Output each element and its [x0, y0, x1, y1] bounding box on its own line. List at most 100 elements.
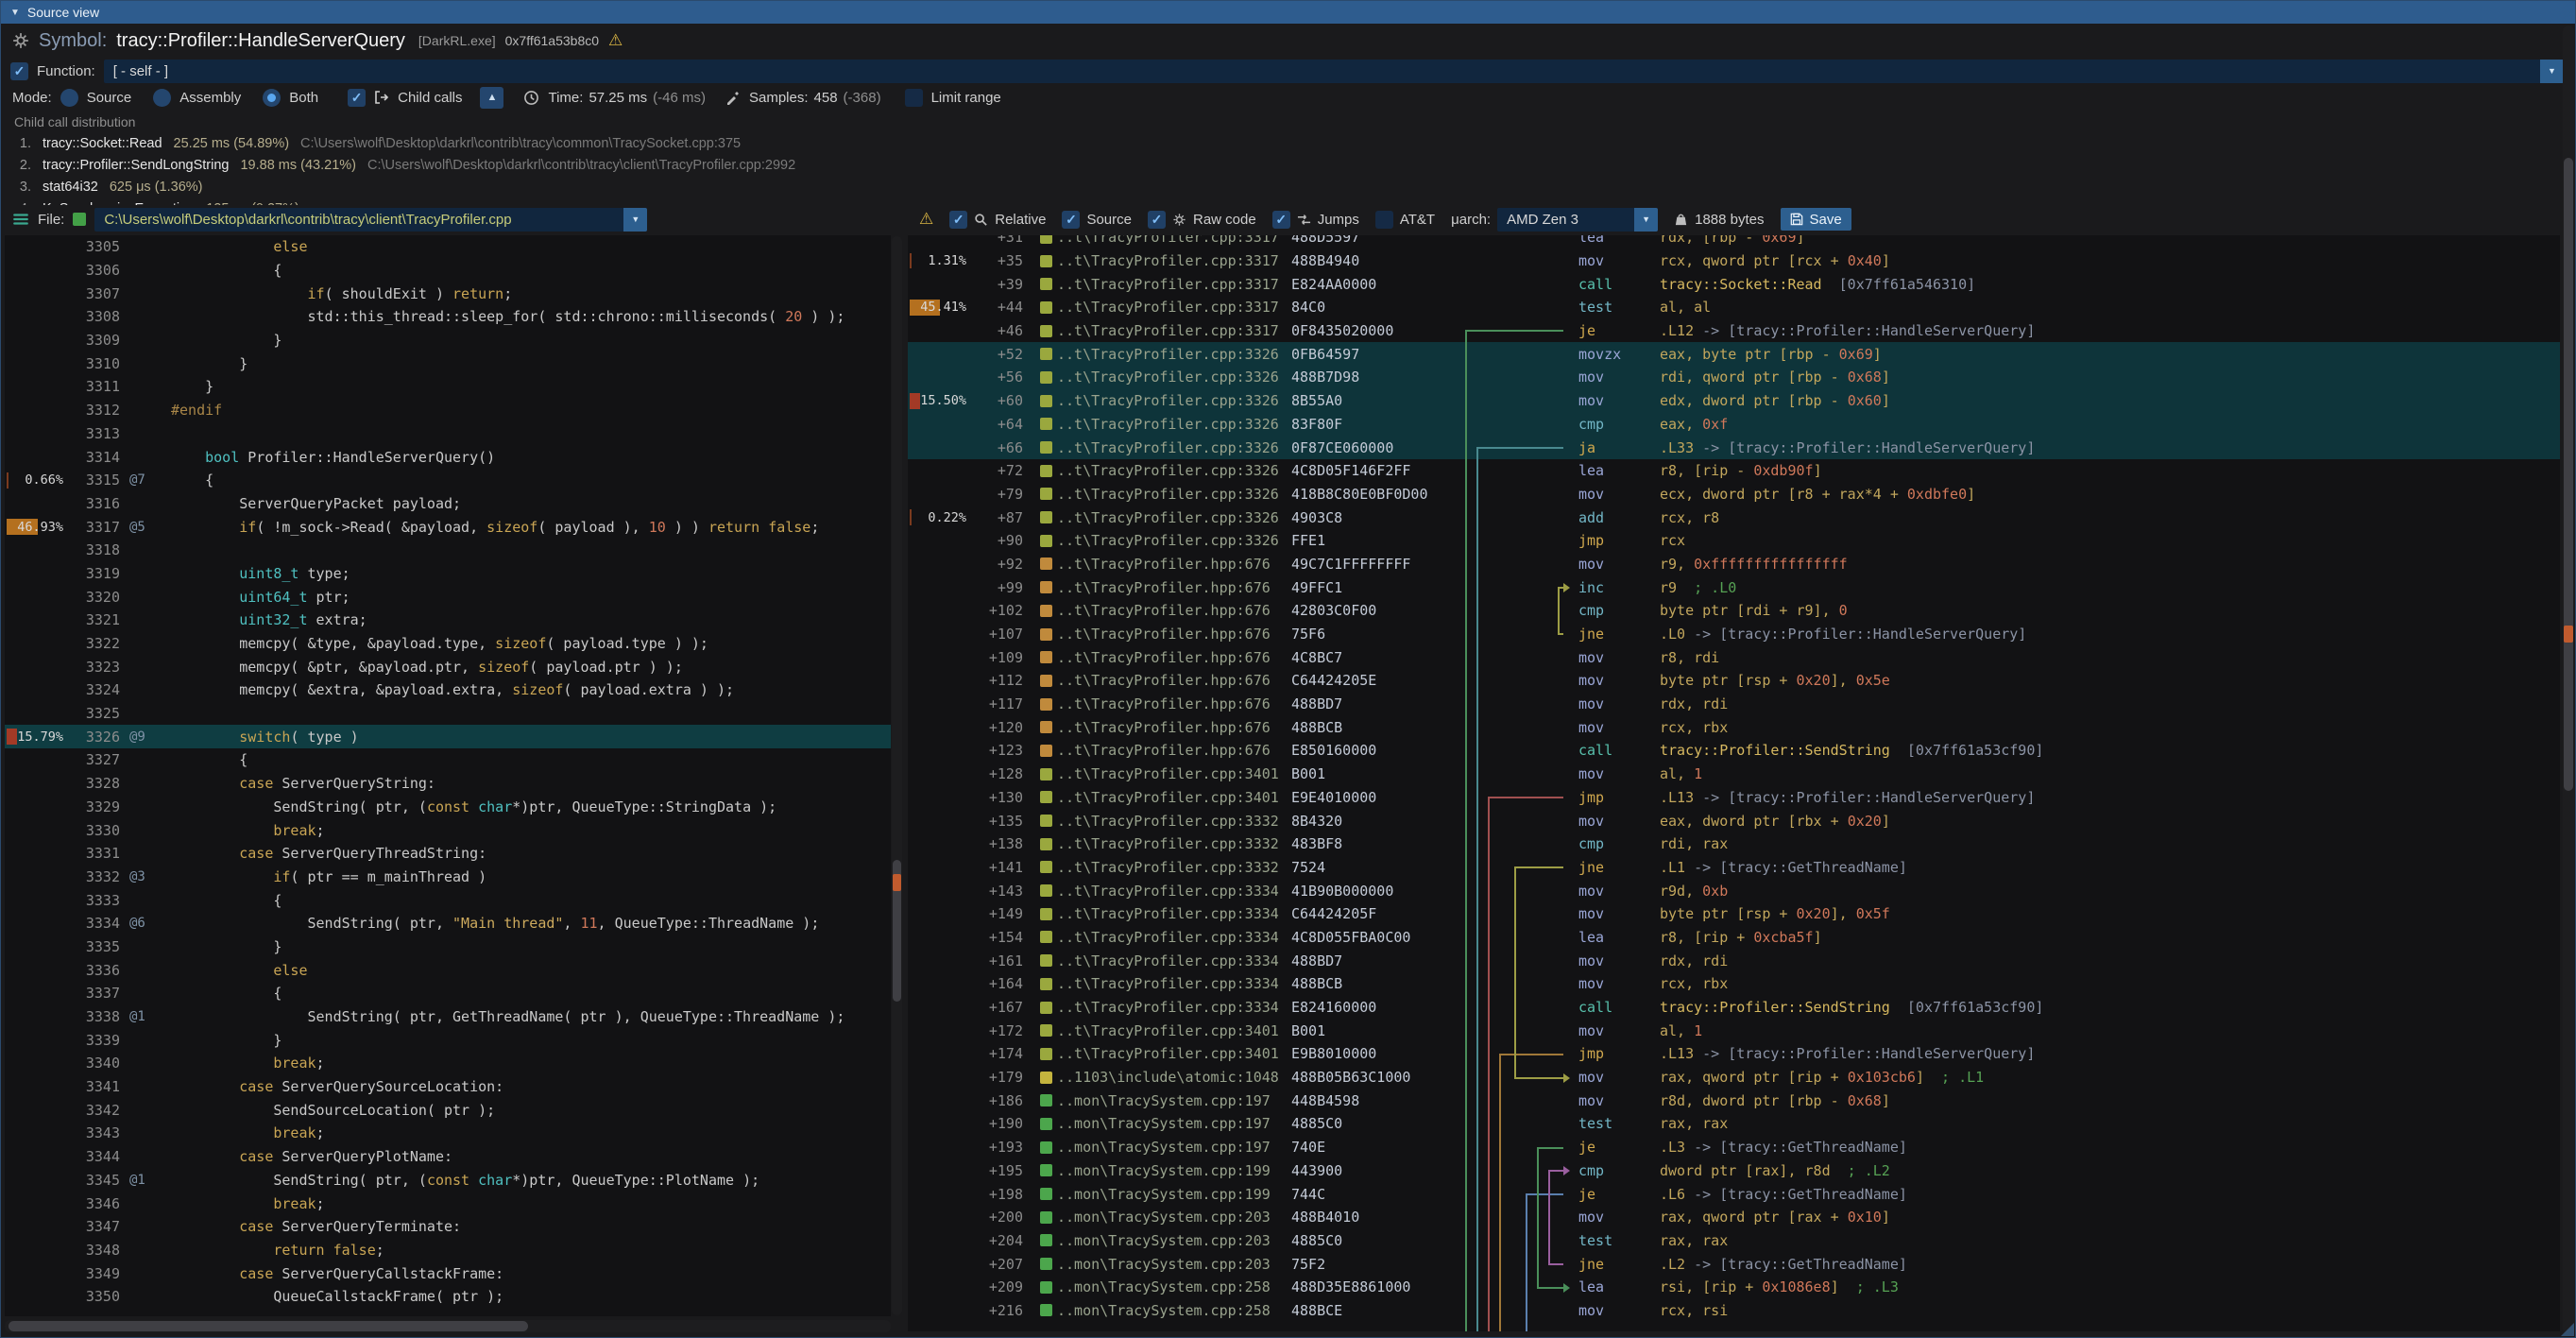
resize-grip[interactable] [2561, 1323, 2574, 1336]
source-line[interactable]: 3331 case ServerQueryThreadString: [5, 842, 891, 866]
scrollbar-grab[interactable] [9, 1321, 528, 1331]
asm-row[interactable]: +117..t\TracyProfiler.hpp:676488BD7movrd… [908, 693, 2560, 716]
asm-source-location[interactable]: ..t\TracyProfiler.hpp:676 [1057, 626, 1291, 643]
source-line[interactable]: 3320 uint64_t ptr; [5, 585, 891, 609]
asm-source-location[interactable]: ..t\TracyProfiler.hpp:676 [1057, 602, 1291, 619]
source-line[interactable]: 3339 } [5, 1028, 891, 1052]
asm-row[interactable]: +39..t\TracyProfiler.cpp:3317E824AA0000c… [908, 272, 2560, 296]
asm-row[interactable]: +209..mon\TracySystem.cpp:258488D35E8861… [908, 1276, 2560, 1299]
source-line[interactable]: 3305 else [5, 235, 891, 259]
radio-assembly[interactable] [153, 89, 171, 107]
asm-source-location[interactable]: ..t\TracyProfiler.hpp:676 [1057, 579, 1291, 596]
asm-source-location[interactable]: ..t\TracyProfiler.cpp:3401 [1057, 765, 1291, 782]
function-checkbox[interactable]: ✓ [10, 62, 28, 80]
asm-row[interactable]: +120..t\TracyProfiler.hpp:676488BCBmovrc… [908, 715, 2560, 739]
asm-row[interactable]: +92..t\TracyProfiler.hpp:67649C7C1FFFFFF… [908, 553, 2560, 576]
source-line[interactable]: 3345@1 SendString( ptr, (const char*)ptr… [5, 1169, 891, 1192]
jumps-toggle[interactable]: ✓ Jumps [1272, 211, 1359, 229]
asm-row[interactable]: +167..t\TracyProfiler.cpp:3334E824160000… [908, 996, 2560, 1020]
asm-source-location[interactable]: ..mon\TracySystem.cpp:258 [1057, 1302, 1291, 1319]
source-line[interactable]: 3333 { [5, 888, 891, 912]
source-line[interactable]: 3342 SendSourceLocation( ptr ); [5, 1098, 891, 1122]
asm-row[interactable]: +164..t\TracyProfiler.cpp:3334488BCBmovr… [908, 972, 2560, 996]
asm-source-location[interactable]: ..t\TracyProfiler.cpp:3401 [1057, 1045, 1291, 1062]
source-line[interactable]: 3337 { [5, 982, 891, 1005]
asm-source-location[interactable]: ..mon\TracySystem.cpp:199 [1057, 1186, 1291, 1203]
scrollbar-grab[interactable] [2564, 158, 2573, 791]
asm-row[interactable]: +130..t\TracyProfiler.cpp:3401E9E4010000… [908, 786, 2560, 810]
asm-source-location[interactable]: ..t\TracyProfiler.cpp:3326 [1057, 439, 1291, 456]
asm-source-location[interactable]: ..mon\TracySystem.cpp:203 [1057, 1232, 1291, 1249]
source-line[interactable]: 3330 break; [5, 818, 891, 842]
child-call-name[interactable]: stat64i32 [43, 177, 98, 198]
chevron-down-icon[interactable]: ▼ [623, 208, 647, 232]
asm-source-location[interactable]: ..t\TracyProfiler.cpp:3326 [1057, 346, 1291, 363]
source-line[interactable]: 3340 break; [5, 1052, 891, 1075]
asm-row[interactable]: +207..mon\TracySystem.cpp:20375F2jne.L2 … [908, 1252, 2560, 1276]
asm-row[interactable]: +141..t\TracyProfiler.cpp:33327524jne.L1… [908, 856, 2560, 880]
asm-source-location[interactable]: ..t\TracyProfiler.cpp:3326 [1057, 486, 1291, 503]
asm-source-location[interactable]: ..t\TracyProfiler.cpp:3326 [1057, 392, 1291, 409]
asm-row[interactable]: +186..mon\TracySystem.cpp:197448B4598mov… [908, 1089, 2560, 1112]
asm-row[interactable]: +143..t\TracyProfiler.cpp:333441B90B0000… [908, 879, 2560, 902]
asm-source-location[interactable]: ..mon\TracySystem.cpp:258 [1057, 1278, 1291, 1295]
assembly-vertical-scrollbar[interactable] [2563, 26, 2574, 1335]
source-line[interactable]: 3347 case ServerQueryTerminate: [5, 1215, 891, 1239]
asm-row[interactable]: +172..t\TracyProfiler.cpp:3401B001moval,… [908, 1019, 2560, 1042]
source-line[interactable]: 3338@1 SendString( ptr, GetThreadName( p… [5, 1005, 891, 1029]
asm-row[interactable]: 15.50%+60..t\TracyProfiler.cpp:33268B55A… [908, 389, 2560, 413]
asm-source-location[interactable]: ..t\TracyProfiler.cpp:3326 [1057, 416, 1291, 433]
source-line[interactable]: 3344 case ServerQueryPlotName: [5, 1145, 891, 1169]
asm-row[interactable]: +161..t\TracyProfiler.cpp:3334488BD7movr… [908, 949, 2560, 972]
source-line[interactable]: 15.79%3326@9 switch( type ) [5, 725, 891, 748]
source-line[interactable]: 3349 case ServerQueryCallstackFrame: [5, 1261, 891, 1285]
save-button[interactable]: Save [1781, 208, 1851, 231]
source-toggle[interactable]: ✓ Source [1062, 211, 1132, 229]
asm-row[interactable]: +190..mon\TracySystem.cpp:1974885C0testr… [908, 1112, 2560, 1136]
source-line[interactable]: 0.66%3315@7 { [5, 469, 891, 492]
source-line[interactable]: 3306 { [5, 259, 891, 283]
asm-source-location[interactable]: ..t\TracyProfiler.cpp:3317 [1057, 235, 1291, 246]
asm-source-location[interactable]: ..t\TracyProfiler.cpp:3326 [1057, 369, 1291, 386]
asm-source-location[interactable]: ..t\TracyProfiler.cpp:3332 [1057, 835, 1291, 852]
asm-source-location[interactable]: ..1103\include\atomic:1048 [1057, 1069, 1291, 1086]
child-call-name[interactable]: tracy::Profiler::SendLongString [43, 155, 229, 177]
source-line[interactable]: 3348 return false; [5, 1239, 891, 1262]
jump-out-button[interactable]: ▲ [480, 87, 503, 109]
asm-source-location[interactable]: ..mon\TracySystem.cpp:203 [1057, 1256, 1291, 1273]
asm-row[interactable]: +112..t\TracyProfiler.hpp:676C64424205Em… [908, 669, 2560, 693]
child-call-entry[interactable]: 2.tracy::Profiler::SendLongString19.88 m… [14, 155, 2556, 177]
child-call-name[interactable]: KeSynchronizeExecution [43, 198, 195, 205]
asm-source-location[interactable]: ..t\TracyProfiler.cpp:3326 [1057, 532, 1291, 549]
asm-source-location[interactable]: ..t\TracyProfiler.hpp:676 [1057, 672, 1291, 689]
asm-source-location[interactable]: ..t\TracyProfiler.cpp:3334 [1057, 975, 1291, 992]
asm-row[interactable]: +102..t\TracyProfiler.hpp:67642803C0F00c… [908, 599, 2560, 623]
asm-source-location[interactable]: ..t\TracyProfiler.cpp:3334 [1057, 999, 1291, 1016]
source-line[interactable]: 3314 bool Profiler::HandleServerQuery() [5, 445, 891, 469]
relative-toggle[interactable]: ✓ Relative [949, 211, 1046, 229]
asm-source-location[interactable]: ..mon\TracySystem.cpp:197 [1057, 1139, 1291, 1156]
source-line[interactable]: 3335 } [5, 935, 891, 959]
function-combo[interactable]: [ - self - ] ▼ [104, 60, 2564, 83]
asm-row[interactable]: +52..t\TracyProfiler.cpp:33260FB64597mov… [908, 342, 2560, 366]
asm-source-location[interactable]: ..t\TracyProfiler.cpp:3317 [1057, 276, 1291, 293]
asm-row[interactable]: +179..1103\include\atomic:1048488B05B63C… [908, 1066, 2560, 1089]
source-line[interactable]: 3319 uint8_t type; [5, 562, 891, 586]
source-line[interactable]: 3321 uint32_t extra; [5, 609, 891, 632]
asm-source-location[interactable]: ..mon\TracySystem.cpp:203 [1057, 1209, 1291, 1226]
source-line[interactable]: 3322 memcpy( &type, &payload.type, sizeo… [5, 632, 891, 656]
source-line[interactable]: 3328 case ServerQueryString: [5, 772, 891, 796]
asm-source-location[interactable]: ..t\TracyProfiler.hpp:676 [1057, 695, 1291, 712]
asm-row[interactable]: +128..t\TracyProfiler.cpp:3401B001moval,… [908, 763, 2560, 786]
source-line[interactable]: 3308 std::this_thread::sleep_for( std::c… [5, 305, 891, 329]
asm-source-location[interactable]: ..t\TracyProfiler.cpp:3326 [1057, 462, 1291, 479]
asm-row[interactable]: +46..t\TracyProfiler.cpp:33170F843502000… [908, 319, 2560, 343]
asm-source-location[interactable]: ..t\TracyProfiler.hpp:676 [1057, 649, 1291, 666]
asm-source-location[interactable]: ..mon\TracySystem.cpp:197 [1057, 1115, 1291, 1132]
asm-row[interactable]: +198..mon\TracySystem.cpp:199744Cje.L6 -… [908, 1182, 2560, 1206]
source-line[interactable]: 3327 { [5, 748, 891, 772]
source-line[interactable]: 3307 if( shouldExit ) return; [5, 282, 891, 305]
asm-source-location[interactable]: ..t\TracyProfiler.cpp:3332 [1057, 859, 1291, 876]
asm-source-location[interactable]: ..mon\TracySystem.cpp:197 [1057, 1092, 1291, 1109]
asm-source-location[interactable]: ..mon\TracySystem.cpp:199 [1057, 1162, 1291, 1179]
